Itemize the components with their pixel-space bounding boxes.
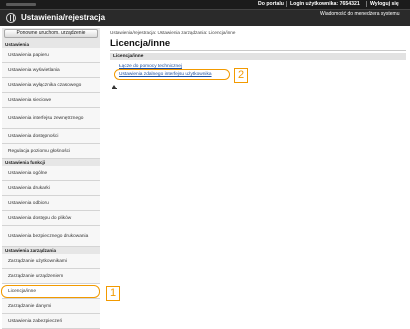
callout-highlight-remote-ui [114,69,230,80]
sidebar-item-file-access[interactable]: Ustawienia dostępu do plików [2,211,100,226]
sidebar-item-timer[interactable]: Ustawienia wyłącznika czasowego [2,78,100,93]
back-to-top-icon[interactable] [111,85,117,89]
callout-number-1: 1 [106,286,120,301]
sidebar-section-settings: Ustawienia [2,41,100,48]
sidebar-item-receive[interactable]: Ustawienia odbioru [2,196,100,211]
restart-device-button[interactable]: Ponowne uruchom. urządzenie [4,29,98,38]
message-to-manager-link[interactable]: Wiadomość do menedżera systemu [320,11,399,17]
logout-link[interactable]: Wyloguj się [370,1,399,7]
section-heading: Licencja/inne [110,53,406,60]
login-user-label: Login użytkownika: 7654321 [290,1,360,7]
sidebar-item-device-management[interactable]: Zarządzanie urządzeniem [2,269,100,284]
settings-logo-icon [6,13,16,23]
sidebar-item-paper[interactable]: Ustawienia papieru [2,48,100,63]
sidebar-item-data-management[interactable]: Zarządzanie danymi [2,299,100,314]
sidebar-item-external-interface[interactable]: Ustawienia interfejsu zewnętrznego [2,108,100,129]
page-title: Licencja/inne [110,38,171,49]
page-header-title: Ustawienia/rejestracja [21,13,106,22]
page-header: Ustawienia/rejestracja Wiadomość do mene… [0,9,410,26]
sidebar-item-security[interactable]: Ustawienia zabezpieczeń [2,314,100,329]
sidebar-item-accessibility[interactable]: Ustawienia dostępności [2,129,100,144]
separator [366,1,367,7]
sidebar-item-network[interactable]: Ustawienia sieciowe [2,93,100,108]
sidebar: Ponowne uruchom. urządzenie Ustawienia U… [2,28,100,329]
callout-highlight-license [1,285,100,298]
sidebar-item-general[interactable]: Ustawienia ogólne [2,166,100,181]
callout-number-2: 2 [234,68,248,83]
sidebar-section-management: Ustawienia zarządzania [2,247,100,254]
sidebar-item-user-management[interactable]: Zarządzanie użytkownikami [2,254,100,269]
sidebar-section-functions: Ustawienia funkcji [2,159,100,166]
portal-link[interactable]: Do portalu [258,1,284,7]
product-name-blurred [6,3,36,6]
sidebar-item-printer[interactable]: Ustawienia drukarki [2,181,100,196]
sidebar-item-display[interactable]: Ustawienia wyświetlania [2,63,100,78]
separator [286,1,287,7]
sidebar-item-secure-print[interactable]: Ustawienia bezpiecznego drukowania [2,226,100,247]
breadcrumb: Ustawienia/rejestracja: Ustawienia zarzą… [110,30,236,35]
top-bar: Do portalu Login użytkownika: 7654321 Wy… [0,0,410,9]
title-divider [110,50,406,51]
sidebar-item-volume[interactable]: Regulacja poziomu głośności [2,144,100,159]
